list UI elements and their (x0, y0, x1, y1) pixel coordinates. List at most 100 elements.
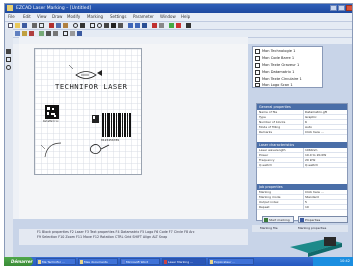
tab-marking-properties[interactable]: Marking properties (298, 225, 326, 232)
laser-icon[interactable] (152, 23, 157, 28)
open-folder-icon[interactable] (15, 23, 20, 28)
word-icon (122, 260, 125, 264)
select-tool-icon[interactable] (6, 49, 11, 54)
property-value[interactable]: 20 kHz (303, 158, 347, 163)
property-value[interactable]: Click here ... (303, 130, 347, 135)
list-item[interactable]: Mon Technologie 1 (254, 48, 322, 55)
property-value[interactable]: 5 (303, 200, 347, 205)
property-value[interactable]: 10 (303, 205, 347, 210)
rect-tool-icon[interactable] (6, 57, 11, 62)
menu-help[interactable]: Help (181, 13, 190, 21)
menu-parameter[interactable]: Parameter (133, 13, 154, 21)
close-button[interactable] (346, 5, 352, 11)
canvas-objects (40, 64, 131, 158)
menu-bar: File Edit View Draw Modify Marking Setti… (5, 13, 352, 21)
menu-modify[interactable]: Modify (67, 13, 80, 21)
property-value[interactable]: Auto (303, 125, 347, 130)
datamatrix-code (45, 105, 59, 119)
new-file-icon[interactable] (8, 23, 13, 28)
taskbar-item-active[interactable]: Laser Marking ... (162, 258, 206, 265)
clock: 10:42 (339, 259, 350, 263)
drawing-canvas[interactable]: TECHNIFOR LASER 0123456789 DataMatrix (19, 44, 248, 219)
properties-button[interactable]: Properties (298, 216, 348, 223)
property-value[interactable]: Click here ... (303, 190, 347, 195)
list-item[interactable]: Mon Logo Scan 1 (254, 82, 322, 88)
menu-view[interactable]: View (37, 13, 47, 21)
shortcut-help: F1 Block properties F2 Laser F3 Text pro… (19, 229, 248, 245)
right-panel: Mon Technologie 1 Mon Code Barre 1 Mon T… (248, 44, 352, 258)
window-title: EZCAD Laser Marking – [Untitled] (16, 6, 92, 11)
property-value[interactable]: Graphic (303, 115, 347, 120)
save-icon[interactable] (22, 23, 27, 28)
property-value[interactable]: 6 (303, 120, 347, 125)
property-row[interactable]: Repeat 10 (257, 205, 347, 210)
taskbar-item-label: Explorateur ... (214, 260, 236, 264)
taskbar-item[interactable]: Explorateur ... (208, 258, 254, 265)
italic-icon[interactable] (15, 31, 20, 36)
list-item[interactable]: Mon Datamatrix 1 (254, 69, 322, 76)
start-marking-button[interactable]: Start marking (262, 216, 294, 223)
taskbar-item[interactable]: Ma Technifor ... (36, 258, 76, 265)
paste-icon[interactable] (63, 23, 68, 28)
circle-icon[interactable] (97, 23, 102, 28)
fill-icon[interactable] (22, 31, 27, 36)
barcode-icon[interactable] (111, 23, 116, 28)
print-icon[interactable] (32, 23, 37, 28)
pointer-icon[interactable] (80, 23, 85, 28)
taskbar-item[interactable]: Microsoft Word (120, 258, 160, 265)
toolbar-format (5, 29, 352, 37)
property-row[interactable]: Remarks Click here ... (257, 130, 347, 135)
start-icon[interactable] (169, 23, 174, 28)
list-item[interactable]: Mon Texte Graveur 1 (254, 62, 322, 69)
taskbar-item[interactable]: Mes documents (78, 258, 118, 265)
menu-window[interactable]: Window (160, 13, 176, 21)
group-icon[interactable] (135, 23, 140, 28)
property-value[interactable]: Standard (303, 195, 347, 200)
property-value[interactable]: 10.0 to 20.0W (303, 153, 347, 158)
marking-area[interactable]: TECHNIFOR LASER 0123456789 DataMatrix (34, 48, 142, 175)
text-icon[interactable] (104, 23, 109, 28)
menu-edit[interactable]: Edit (23, 13, 31, 21)
copy-icon[interactable] (56, 23, 61, 28)
grid-icon[interactable] (63, 31, 68, 36)
taskbar-item-label: Laser Marking ... (168, 260, 193, 264)
ellipse-tool-icon[interactable] (6, 65, 11, 70)
datamatrix-icon[interactable] (118, 23, 123, 28)
minimize-button[interactable] (330, 5, 337, 11)
layer-icon[interactable] (128, 23, 133, 28)
object-icon (255, 82, 260, 87)
list-item[interactable]: Mon Code Barre 1 (254, 55, 322, 62)
stop-icon[interactable] (176, 23, 181, 28)
align-icon[interactable] (142, 23, 147, 28)
menu-draw[interactable]: Draw (52, 13, 62, 21)
node-icon[interactable] (77, 31, 82, 36)
start-button[interactable]: Démarrer (4, 257, 33, 266)
maximize-button[interactable] (338, 5, 345, 11)
snap-icon[interactable] (70, 31, 75, 36)
hatch-icon[interactable] (39, 31, 44, 36)
property-value[interactable]: Q-switch (303, 163, 347, 168)
property-value[interactable]: 1064nm (303, 148, 347, 153)
cut-icon[interactable] (49, 23, 54, 28)
circular-text (40, 142, 62, 158)
preview-icon[interactable] (39, 23, 44, 28)
zoom-icon[interactable] (73, 23, 78, 28)
object-icon (255, 63, 260, 68)
help-icon[interactable] (186, 23, 191, 28)
color-icon[interactable] (29, 31, 34, 36)
rectangle-icon[interactable] (90, 23, 95, 28)
property-value[interactable]: Datamatrix.gft (303, 110, 347, 115)
rotate-icon[interactable] (53, 31, 58, 36)
property-row[interactable]: Q-switch Q-switch (257, 163, 347, 168)
settings-icon[interactable] (159, 23, 164, 28)
tab-marking-file[interactable]: Marking file (260, 225, 278, 232)
logo-text[interactable]: TECHNIFOR LASER (55, 83, 127, 91)
menu-marking[interactable]: Marking (87, 13, 103, 21)
object-list[interactable]: Mon Technologie 1 Mon Code Barre 1 Mon T… (252, 46, 323, 88)
menu-settings[interactable]: Settings (110, 13, 126, 21)
marking-icon (264, 218, 268, 222)
horizontal-ruler (19, 37, 248, 52)
folder-icon (80, 260, 83, 264)
menu-file[interactable]: File (8, 13, 15, 21)
mirror-icon[interactable] (46, 31, 51, 36)
